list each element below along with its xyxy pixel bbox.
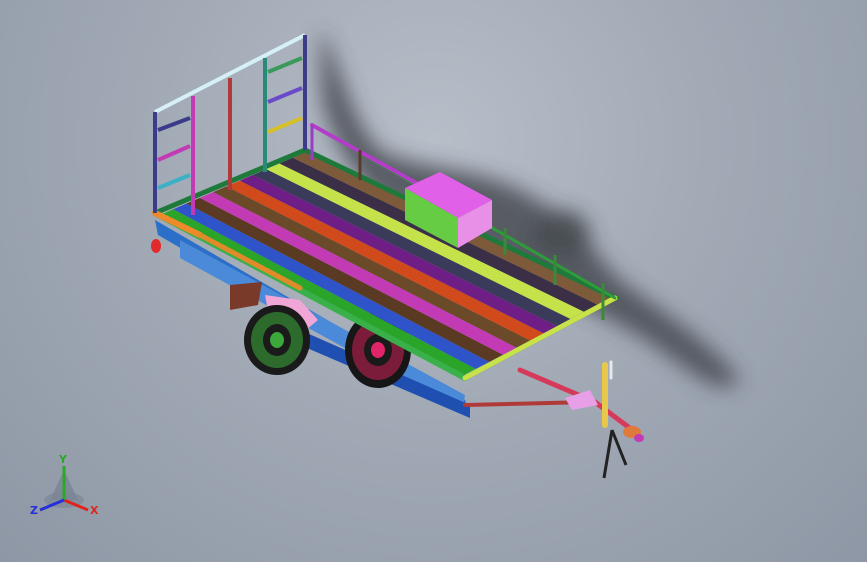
rear-wheel[interactable] xyxy=(244,305,310,375)
trailer-model[interactable] xyxy=(0,0,867,562)
z-axis-label: Z xyxy=(30,504,38,517)
x-axis-label: X xyxy=(90,504,99,517)
graphics-viewport[interactable]: X Y Z xyxy=(0,0,867,562)
tail-light[interactable] xyxy=(151,239,161,253)
view-triad[interactable]: X Y Z xyxy=(28,452,104,522)
jack-stand[interactable] xyxy=(602,429,628,479)
trailer-tongue[interactable] xyxy=(463,360,638,435)
y-axis-label: Y xyxy=(58,453,68,466)
hitch-coupler[interactable] xyxy=(623,426,644,442)
